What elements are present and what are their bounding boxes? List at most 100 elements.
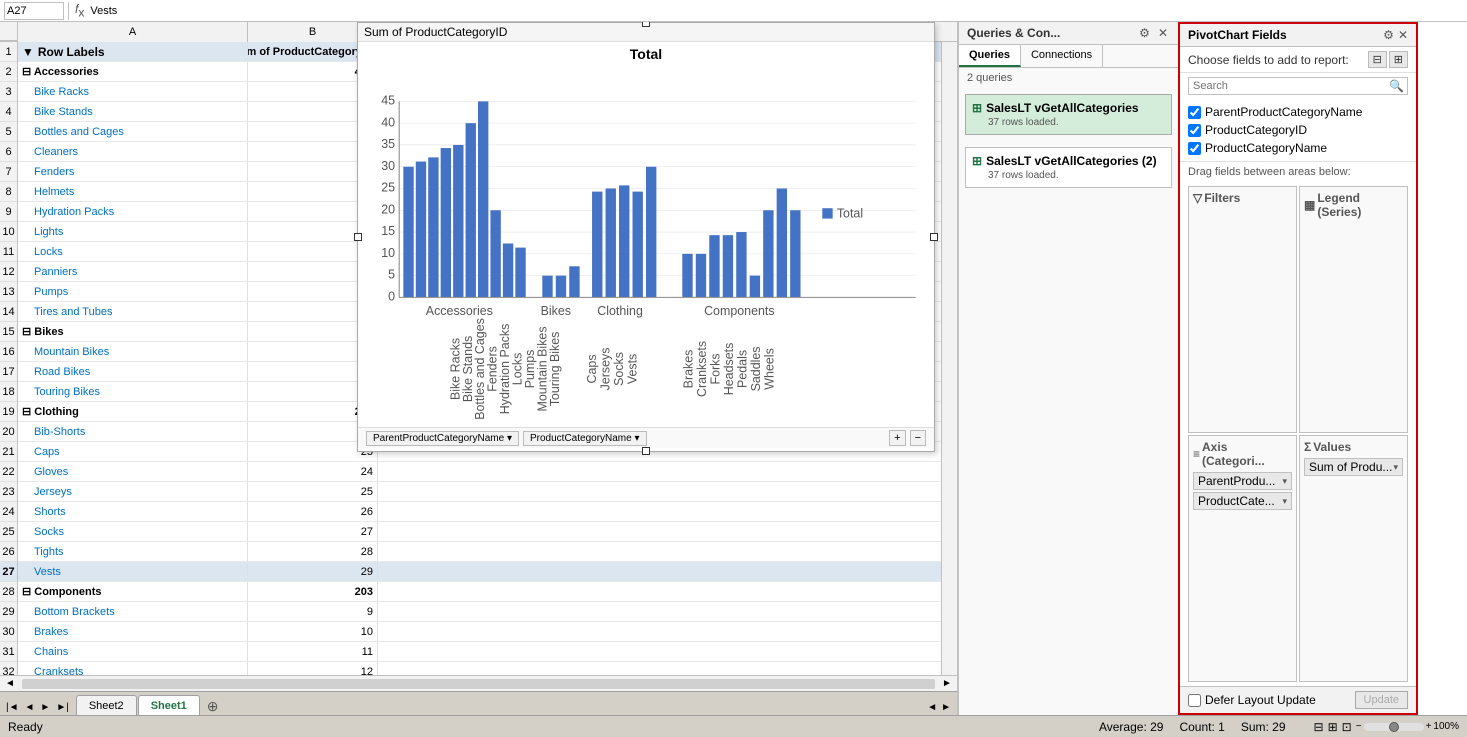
cell-b30[interactable]: 10	[248, 622, 378, 641]
formula-input[interactable]	[90, 5, 1463, 17]
filter-product-category[interactable]: ProductCategoryName ▾	[523, 431, 647, 446]
pivot-area-legend[interactable]: ▦ Legend (Series)	[1299, 186, 1408, 433]
table-row[interactable]: Vests 29	[18, 562, 941, 582]
pivot-field-parent-category-cb[interactable]	[1188, 106, 1201, 119]
table-row[interactable]: Shorts 26	[18, 502, 941, 522]
pivot-area-values[interactable]: Σ Values Sum of Produ... ▾	[1299, 435, 1408, 682]
tab-nav-first[interactable]: |◄	[4, 700, 21, 715]
cell-a20[interactable]: Bib-Shorts	[18, 422, 248, 441]
cell-a5[interactable]: Bottles and Cages	[18, 122, 248, 141]
vertical-scrollbar[interactable]	[941, 42, 957, 675]
table-row[interactable]: Brakes 10	[18, 622, 941, 642]
cell-b31[interactable]: 11	[248, 642, 378, 661]
cell-b32[interactable]: 12	[248, 662, 378, 675]
cell-b28[interactable]: 203	[248, 582, 378, 601]
cell-a15[interactable]: ⊟ Bikes	[18, 322, 248, 341]
tab-nav-prev[interactable]: ◄	[23, 700, 37, 715]
sheet-scroll-right[interactable]: ►	[939, 700, 953, 715]
table-row[interactable]: Bottom Brackets 9	[18, 602, 941, 622]
cell-a2[interactable]: ⊟ Accessories	[18, 62, 248, 81]
table-row[interactable]: Cranksets 12	[18, 662, 941, 675]
cell-b23[interactable]: 25	[248, 482, 378, 501]
pivot-axis-item-1[interactable]: ParentProdu... ▾	[1193, 472, 1292, 490]
cell-a4[interactable]: Bike Stands	[18, 102, 248, 121]
pivot-area-axis[interactable]: ≡ Axis (Categori... ParentProdu... ▾ Pro…	[1188, 435, 1297, 682]
pivot-list-icon[interactable]: ⊟	[1368, 51, 1387, 68]
resize-handle-top[interactable]	[642, 22, 650, 27]
pivot-close-icon[interactable]: ✕	[1398, 28, 1408, 42]
pivot-field-product-id[interactable]: ProductCategoryID	[1188, 121, 1408, 139]
pivot-values-item-1[interactable]: Sum of Produ... ▾	[1304, 458, 1403, 476]
cell-a9[interactable]: Hydration Packs	[18, 202, 248, 221]
cell-b22[interactable]: 24	[248, 462, 378, 481]
cell-a6[interactable]: Cleaners	[18, 142, 248, 161]
cell-a18[interactable]: Touring Bikes	[18, 382, 248, 401]
cell-b29[interactable]: 9	[248, 602, 378, 621]
cell-a23[interactable]: Jerseys	[18, 482, 248, 501]
col-header-a[interactable]: A	[18, 22, 248, 42]
cell-a21[interactable]: Caps	[18, 442, 248, 461]
table-row[interactable]: Jerseys 25	[18, 482, 941, 502]
cell-a7[interactable]: Fenders	[18, 162, 248, 181]
cell-a24[interactable]: Shorts	[18, 502, 248, 521]
cell-a16[interactable]: Mountain Bikes	[18, 342, 248, 361]
cell-a3[interactable]: Bike Racks	[18, 82, 248, 101]
page-layout-icon[interactable]: ⊞	[1328, 720, 1338, 734]
resize-handle-left[interactable]	[354, 233, 362, 241]
cell-a10[interactable]: Lights	[18, 222, 248, 241]
cell-a31[interactable]: Chains	[18, 642, 248, 661]
table-row[interactable]: Chains 11	[18, 642, 941, 662]
zoom-thumb[interactable]	[1389, 722, 1399, 732]
cell-a1[interactable]: ▼ Row Labels	[18, 42, 248, 61]
table-row[interactable]: Socks 27	[18, 522, 941, 542]
page-break-icon[interactable]: ⊡	[1342, 720, 1352, 734]
pivot-update-btn[interactable]: Update	[1355, 691, 1408, 709]
tab-sheet2[interactable]: Sheet2	[76, 695, 137, 715]
sheet-scroll-left[interactable]: ◄	[925, 700, 939, 715]
tab-queries[interactable]: Queries	[959, 45, 1021, 67]
query-item-2[interactable]: ⊞ SalesLT vGetAllCategories (2) 37 rows …	[965, 147, 1172, 188]
cell-a27[interactable]: Vests	[18, 562, 248, 581]
cell-b24[interactable]: 26	[248, 502, 378, 521]
cell-a19[interactable]: ⊟ Clothing	[18, 402, 248, 421]
zoom-slider[interactable]	[1364, 723, 1424, 731]
cell-a32[interactable]: Cranksets	[18, 662, 248, 675]
name-box[interactable]	[4, 2, 64, 20]
scroll-left-btn[interactable]: ◄	[0, 678, 20, 689]
cell-a17[interactable]: Road Bikes	[18, 362, 248, 381]
add-sheet-btn[interactable]: ⊕	[201, 698, 225, 715]
pivot-field-parent-category[interactable]: ParentProductCategoryName	[1188, 103, 1408, 121]
cell-a26[interactable]: Tights	[18, 542, 248, 561]
scroll-track[interactable]	[22, 679, 935, 689]
pivot-axis-item-1-arrow[interactable]: ▾	[1282, 476, 1287, 487]
tab-nav-last[interactable]: ►|	[54, 700, 71, 715]
cell-a12[interactable]: Panniers	[18, 262, 248, 281]
zoom-out-btn[interactable]: −	[1356, 721, 1362, 732]
pivot-field-product-id-cb[interactable]	[1188, 124, 1201, 137]
scroll-right-btn[interactable]: ►	[937, 678, 957, 689]
table-row[interactable]: Gloves 24	[18, 462, 941, 482]
pivot-search-input[interactable]	[1188, 77, 1408, 95]
cell-a11[interactable]: Locks	[18, 242, 248, 261]
queries-close-icon[interactable]: ✕	[1156, 26, 1170, 40]
pivot-axis-item-2[interactable]: ProductCate... ▾	[1193, 492, 1292, 510]
horizontal-scrollbar[interactable]: ◄ ►	[0, 675, 957, 691]
defer-layout-cb[interactable]	[1188, 694, 1201, 707]
chart-zoom-out[interactable]: −	[910, 430, 926, 446]
pivot-grid-icon[interactable]: ⊞	[1389, 51, 1408, 68]
cell-a25[interactable]: Socks	[18, 522, 248, 541]
cell-a14[interactable]: Tires and Tubes	[18, 302, 248, 321]
pivot-field-product-name[interactable]: ProductCategoryName	[1188, 139, 1408, 157]
cell-a22[interactable]: Gloves	[18, 462, 248, 481]
tab-nav-next[interactable]: ►	[38, 700, 52, 715]
pivot-field-product-name-cb[interactable]	[1188, 142, 1201, 155]
table-row[interactable]: ⊟ Components 203	[18, 582, 941, 602]
cell-a13[interactable]: Pumps	[18, 282, 248, 301]
tab-connections[interactable]: Connections	[1021, 45, 1103, 67]
cell-b27[interactable]: 29	[248, 562, 378, 581]
cell-a29[interactable]: Bottom Brackets	[18, 602, 248, 621]
tab-sheet1[interactable]: Sheet1	[138, 695, 200, 715]
resize-handle-bottom[interactable]	[642, 447, 650, 455]
cell-a8[interactable]: Helmets	[18, 182, 248, 201]
cell-b26[interactable]: 28	[248, 542, 378, 561]
